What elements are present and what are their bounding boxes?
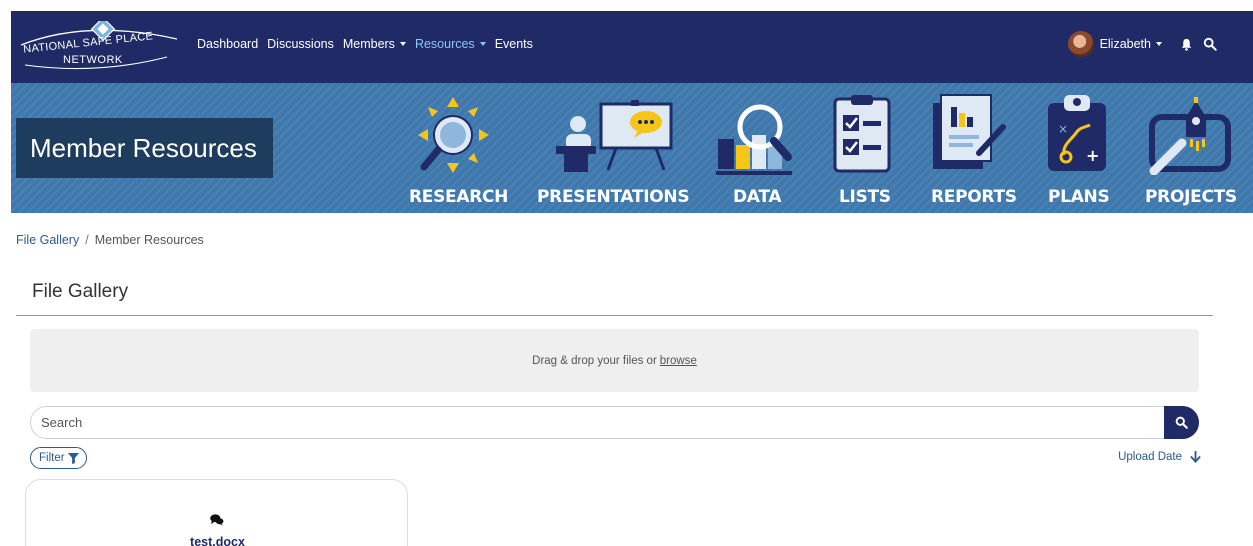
breadcrumb-current: Member Resources [94, 233, 204, 247]
search-input[interactable] [41, 407, 1141, 438]
category-plans[interactable]: PLANS [1048, 187, 1110, 207]
banner-title: Member Resources [16, 118, 273, 178]
search-button[interactable] [1164, 406, 1199, 439]
top-nav: NATIONAL SAFE PLACE NETWORK Dashboard Di… [11, 11, 1253, 83]
breadcrumb: File Gallery / Member Resources [16, 233, 204, 247]
nav-dashboard-label: Dashboard [197, 37, 259, 51]
file-name[interactable]: test.docx [26, 535, 409, 546]
plans-clipboard-icon[interactable]: × + [1046, 93, 1110, 173]
page-title: File Gallery [32, 281, 129, 302]
data-chart-icon[interactable] [716, 95, 796, 175]
file-card[interactable]: test.docx [25, 479, 408, 546]
breadcrumb-separator: / [85, 233, 89, 247]
sort-label: Upload Date [1118, 451, 1182, 463]
nav-resources-label: Resources [414, 37, 475, 51]
filter-funnel-icon [67, 452, 79, 464]
search-icon [1175, 416, 1188, 429]
nav-discussions[interactable]: Discussions [267, 37, 334, 51]
search-icon[interactable] [1203, 37, 1217, 51]
category-research[interactable]: RESEARCH [409, 187, 508, 207]
nav-discussions-label: Discussions [267, 37, 334, 51]
category-projects[interactable]: PROJECTS [1145, 187, 1237, 207]
nav-members[interactable]: Members [343, 37, 406, 51]
filter-button[interactable]: Filter [30, 447, 87, 469]
user-area: Elizabeth [1067, 31, 1217, 57]
logo[interactable]: NATIONAL SAFE PLACE NETWORK [17, 21, 187, 73]
browse-link[interactable]: browse [660, 355, 697, 367]
sort-upload-date[interactable]: Upload Date [1118, 451, 1201, 463]
projects-rocket-icon[interactable] [1146, 97, 1236, 175]
bell-icon[interactable] [1180, 38, 1193, 51]
report-document-icon[interactable] [929, 93, 1011, 173]
resources-banner: Member Resources × + RESEARCH PRESENTATI… [11, 83, 1253, 213]
research-icon[interactable] [416, 95, 491, 175]
checklist-icon[interactable] [831, 93, 893, 173]
title-divider [16, 315, 1213, 316]
category-presentations[interactable]: PRESENTATIONS [537, 187, 690, 207]
caret-down-icon [479, 42, 486, 46]
nav-dashboard[interactable]: Dashboard [197, 37, 258, 51]
user-menu[interactable]: Elizabeth [1100, 37, 1162, 51]
logo-text-line2: NETWORK [63, 54, 123, 66]
breadcrumb-file-gallery[interactable]: File Gallery [16, 233, 79, 247]
avatar[interactable] [1067, 31, 1094, 57]
category-data[interactable]: DATA [733, 187, 781, 207]
svg-text:×: × [1058, 122, 1068, 136]
file-dropzone[interactable]: Drag & drop your files or browse [30, 329, 1199, 392]
filter-label: Filter [39, 452, 65, 464]
category-reports[interactable]: REPORTS [931, 187, 1017, 207]
nav-events[interactable]: Events [495, 37, 533, 51]
svg-text:+: + [1086, 146, 1099, 165]
nav-resources[interactable]: Resources [415, 37, 486, 51]
user-name: Elizabeth [1099, 37, 1151, 51]
arrow-down-icon [1190, 451, 1201, 463]
caret-down-icon [1156, 42, 1162, 46]
comments-icon [210, 514, 224, 526]
caret-down-icon [399, 42, 406, 46]
dropzone-text: Drag & drop your files or [532, 354, 657, 367]
nav-members-label: Members [342, 37, 395, 51]
presentation-board-icon[interactable] [556, 100, 676, 172]
search-bar [30, 406, 1199, 439]
nav-events-label: Events [494, 37, 533, 51]
main-menu: Dashboard Discussions Members Resources … [197, 37, 542, 51]
category-lists[interactable]: LISTS [839, 187, 891, 207]
